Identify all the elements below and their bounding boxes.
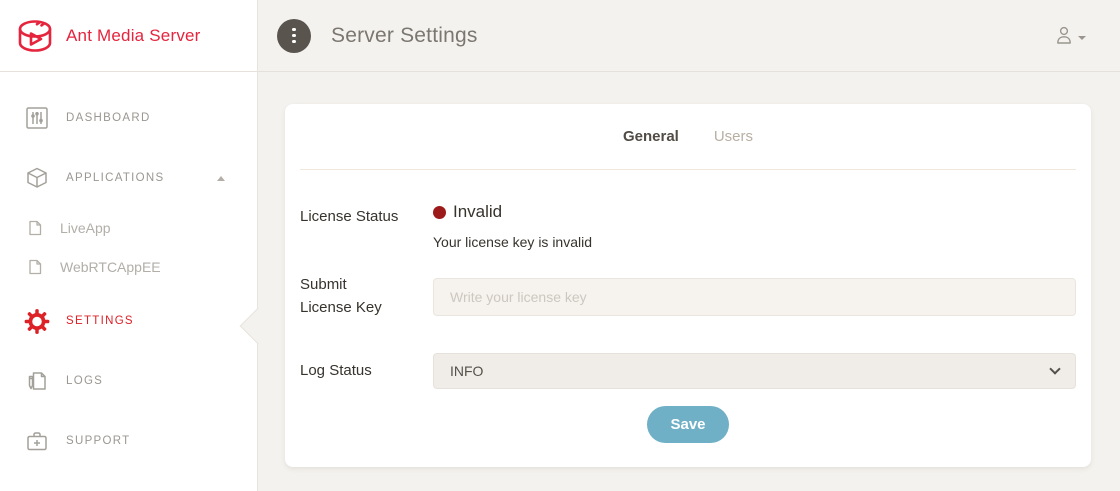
sidebar-subitem-label: LiveApp	[60, 220, 111, 236]
sidebar-item-label: LOGS	[66, 375, 103, 387]
submit-license-row: Submit License Key	[300, 274, 1076, 319]
log-status-select[interactable]: INFO	[433, 353, 1076, 389]
file-icon	[27, 220, 43, 236]
menu-button[interactable]	[277, 19, 311, 53]
tab-bar: General Users	[300, 104, 1076, 170]
license-status-row: License Status Invalid Your license key …	[300, 202, 1076, 250]
person-icon	[1054, 25, 1074, 46]
content-area: General Users License Status Invalid You…	[258, 72, 1120, 491]
license-key-input[interactable]	[433, 278, 1076, 316]
sidebar-item-label: SETTINGS	[66, 315, 134, 327]
user-menu-button[interactable]	[1054, 25, 1086, 46]
page-title: Server Settings	[331, 24, 478, 48]
sidebar-nav: DASHBOARD APPLICATIONS	[0, 72, 257, 471]
license-status-value: Invalid	[453, 202, 502, 222]
collapse-caret-icon	[217, 176, 225, 181]
log-file-icon	[24, 370, 50, 392]
brand[interactable]: Ant Media Server	[0, 0, 257, 72]
save-button[interactable]: Save	[647, 406, 728, 443]
license-status-description: Your license key is invalid	[433, 234, 1076, 250]
tab-users[interactable]: Users	[714, 128, 753, 145]
sidebar-item-applications[interactable]: APPLICATIONS	[0, 148, 257, 208]
topbar: Server Settings	[258, 0, 1120, 72]
log-status-label: Log Status	[300, 360, 433, 383]
sidebar-item-label: SUPPORT	[66, 435, 130, 447]
sidebar-subitem-liveapp[interactable]: LiveApp	[0, 208, 257, 247]
app-window: Ant Media Server DASHBOARD	[0, 0, 1120, 491]
gear-icon	[24, 308, 50, 335]
vertical-ellipsis-icon	[292, 28, 296, 32]
sidebar-subitem-webrtcappee[interactable]: WebRTCAppEE	[0, 247, 257, 286]
brand-name: Ant Media Server	[66, 26, 201, 46]
sidebar-subitem-label: WebRTCAppEE	[60, 259, 161, 275]
submit-license-label: Submit License Key	[300, 274, 433, 319]
sidebar-item-label: APPLICATIONS	[66, 172, 164, 184]
sliders-icon	[24, 107, 50, 129]
main-area: Server Settings General Users Lice	[258, 0, 1120, 491]
sidebar-item-dashboard[interactable]: DASHBOARD	[0, 88, 257, 148]
sidebar-item-logs[interactable]: LOGS	[0, 351, 257, 411]
package-icon	[24, 166, 50, 190]
sidebar: Ant Media Server DASHBOARD	[0, 0, 258, 491]
license-status-label: License Status	[300, 202, 433, 229]
file-icon	[27, 259, 43, 275]
sidebar-item-settings[interactable]: SETTINGS	[0, 291, 257, 351]
log-status-row: Log Status INFO	[300, 353, 1076, 389]
settings-card: General Users License Status Invalid You…	[285, 104, 1091, 467]
chevron-down-icon	[1078, 36, 1086, 40]
first-aid-icon	[24, 430, 50, 452]
tab-general[interactable]: General	[623, 128, 679, 145]
invalid-status-dot	[433, 206, 446, 219]
sidebar-item-label: DASHBOARD	[66, 112, 151, 124]
sidebar-item-support[interactable]: SUPPORT	[0, 411, 257, 471]
ant-media-logo-icon	[13, 16, 57, 56]
